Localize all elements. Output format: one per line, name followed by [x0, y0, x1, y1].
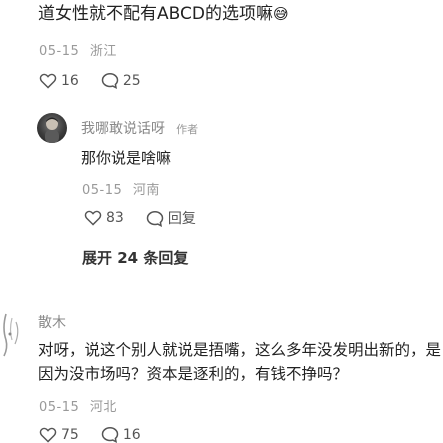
- reply-actions: 83 回复: [84, 208, 218, 228]
- heart-icon: [39, 73, 57, 89]
- comment-date: 05-15: [39, 44, 80, 59]
- reply-reply-button[interactable]: 回复: [146, 208, 196, 228]
- comment-text: 对呀，说这个别人就说是捂嘴，这么多年没发明出新的，是因为没市场吗？资本是逐利的，…: [38, 341, 442, 383]
- comment-actions: 16 25: [39, 72, 163, 89]
- comment-meta: 05-15 浙江: [39, 40, 117, 59]
- comment-text-line: 道女性就不配有ABCD的选项嘛😅: [38, 3, 438, 25]
- reply-username[interactable]: 我哪敢说话呀: [81, 121, 165, 137]
- comment-text-line2: 道女性就不配有ABCD的选项嘛: [38, 4, 273, 24]
- comment-username[interactable]: 散木: [38, 312, 66, 332]
- comment-actions: 75 16: [39, 426, 163, 443]
- comment-date: 05-15: [39, 400, 80, 415]
- reply-count: 16: [122, 426, 141, 443]
- heart-icon: [84, 210, 102, 226]
- heart-icon: [39, 427, 57, 443]
- comment-button[interactable]: 25: [101, 72, 141, 89]
- like-count: 75: [61, 426, 79, 443]
- comment-button[interactable]: 16: [101, 426, 141, 443]
- author-badge: 作者: [176, 123, 199, 136]
- expand-replies-button[interactable]: 展开 24 条回复: [82, 247, 188, 268]
- reply-count: 25: [122, 72, 141, 89]
- reply-header: 我哪敢说话呀 作者: [81, 118, 198, 138]
- reply-like-count: 83: [106, 210, 124, 226]
- comment-bubble-icon: [101, 72, 119, 89]
- reply-date: 05-15: [82, 183, 123, 198]
- avatar[interactable]: [0, 310, 26, 358]
- sweat-emoji-icon: 😅: [272, 5, 289, 23]
- like-button[interactable]: 75: [39, 427, 79, 443]
- like-button[interactable]: 16: [39, 73, 79, 89]
- reply-text: 那你说是啥嘛: [81, 149, 172, 167]
- like-count: 16: [61, 72, 79, 89]
- comment-location: 河北: [89, 400, 117, 415]
- comment-meta: 05-15 河北: [39, 396, 117, 415]
- reply-label: 回复: [167, 211, 196, 227]
- reply-location: 河南: [132, 183, 160, 198]
- comment-bubble-icon: [146, 210, 164, 227]
- comment-text: ... 道女性就不配有ABCD的选项嘛😅: [38, 0, 438, 25]
- reply-like-button[interactable]: 83: [84, 210, 124, 226]
- comment-location: 浙江: [89, 44, 117, 59]
- reply-meta: 05-15 河南: [82, 179, 160, 198]
- comment-text-line-cut: ...: [38, 0, 438, 3]
- comment-bubble-icon: [101, 426, 119, 443]
- avatar[interactable]: [37, 113, 67, 143]
